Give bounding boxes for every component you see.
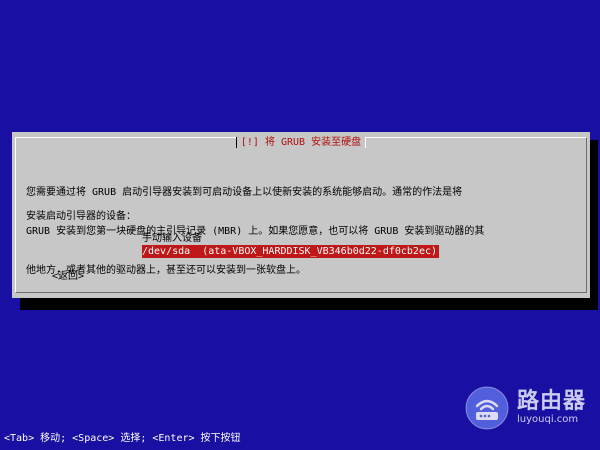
dialog-title: [!] 将 GRUB 安装至硬盘 <box>235 137 367 148</box>
router-logo-icon <box>465 386 509 430</box>
watermark-url: luyouqi.com <box>516 414 579 425</box>
dialog-title-bar: [!] 将 GRUB 安装至硬盘 <box>16 137 586 149</box>
watermark-text: 路由器 luyouqi.com <box>517 390 586 426</box>
dialog-frame: [!] 将 GRUB 安装至硬盘 您需要通过将 GRUB 启动引导器安装到可启动… <box>15 137 587 293</box>
watermark-name: 路由器 <box>516 389 586 414</box>
device-prompt: 安装启动引导器的设备： <box>26 211 136 222</box>
device-list: 手动输入设备 /dev/sda (ata-VBOX_HARDDISK_VB346… <box>142 232 440 258</box>
status-bar: <Tab> 移动; <Space> 选择; <Enter> 按下按钮 <box>4 433 241 444</box>
grub-install-dialog: [!] 将 GRUB 安装至硬盘 您需要通过将 GRUB 启动引导器安装到可启动… <box>12 132 590 298</box>
installer-screen: [!] 将 GRUB 安装至硬盘 您需要通过将 GRUB 启动引导器安装到可启动… <box>0 0 600 450</box>
back-button[interactable]: <返回> <box>52 270 84 283</box>
option-dev-sda[interactable]: /dev/sda (ata-VBOX_HARDDISK_VB346b0d22-d… <box>142 245 440 258</box>
description-line: 他地方，或者其他的驱动器上，甚至还可以安装到一张软盘上。 <box>26 265 306 276</box>
description-line: 您需要通过将 GRUB 启动引导器安装到可启动设备上以使新安装的系统能够启动。通… <box>26 187 463 198</box>
option-manual-entry[interactable]: 手动输入设备 <box>142 232 439 245</box>
watermark: 路由器 luyouqi.com <box>465 386 586 430</box>
